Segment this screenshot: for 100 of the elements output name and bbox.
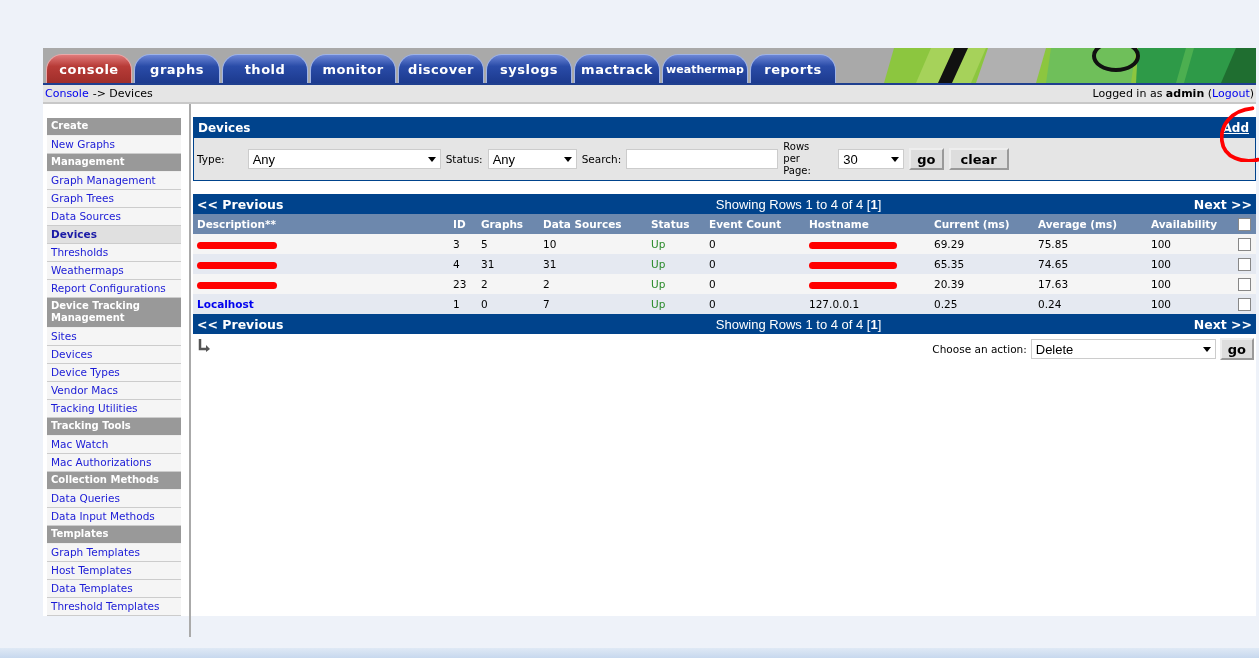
previous-link[interactable]: << Previous bbox=[197, 196, 284, 212]
action-dropdown[interactable]: Delete bbox=[1030, 339, 1216, 359]
type-label: Type: bbox=[197, 153, 225, 165]
sidebar-item[interactable]: Data Queries bbox=[47, 490, 181, 508]
device-link[interactable]: Localhost bbox=[197, 298, 254, 310]
search-label: Search: bbox=[581, 153, 622, 165]
sidebar-item[interactable]: Threshold Templates bbox=[47, 598, 181, 616]
nav-tab[interactable]: weathermap bbox=[662, 54, 748, 83]
rows-dropdown[interactable]: 30 bbox=[838, 149, 905, 169]
sidebar-heading: Collection Methods bbox=[47, 472, 181, 490]
select-all-checkbox[interactable] bbox=[1238, 217, 1251, 231]
nav-tab[interactable]: graphs bbox=[134, 54, 220, 83]
next-link[interactable]: Next >> bbox=[1193, 316, 1252, 332]
table-cell: 75.85 bbox=[1034, 234, 1147, 254]
table-cell: 100 bbox=[1147, 234, 1234, 254]
sidebar-heading: Create bbox=[47, 118, 181, 136]
sidebar-item[interactable]: Device Types bbox=[47, 364, 181, 382]
table-cell: Up bbox=[647, 234, 705, 254]
sidebar-item[interactable]: Devices bbox=[47, 346, 181, 364]
table-cell: 31 bbox=[539, 254, 647, 274]
table-cell: 0 bbox=[705, 294, 805, 314]
row-checkbox[interactable] bbox=[1238, 237, 1251, 251]
column-header[interactable]: ID bbox=[449, 214, 477, 234]
column-header[interactable]: Hostname bbox=[805, 214, 930, 234]
table-cell: 4 bbox=[449, 254, 477, 274]
sidebar-item[interactable]: Host Templates bbox=[47, 562, 181, 580]
table-cell: 20.39 bbox=[930, 274, 1034, 294]
sidebar-item[interactable]: Mac Watch bbox=[47, 436, 181, 454]
table-cell: 0.24 bbox=[1034, 294, 1147, 314]
table-cell: 0.25 bbox=[930, 294, 1034, 314]
sidebar-item[interactable]: New Graphs bbox=[47, 136, 181, 154]
sidebar-item[interactable]: Report Configurations bbox=[47, 280, 181, 298]
column-header[interactable]: Average (ms) bbox=[1034, 214, 1147, 234]
next-link[interactable]: Next >> bbox=[1193, 196, 1252, 212]
table-cell: 0 bbox=[705, 254, 805, 274]
nav-tab[interactable]: discover bbox=[398, 54, 484, 83]
sidebar-heading: Tracking Tools bbox=[47, 418, 181, 436]
nav-tab[interactable]: console bbox=[46, 54, 132, 83]
sidebar-item[interactable]: Mac Authorizations bbox=[47, 454, 181, 472]
row-checkbox[interactable] bbox=[1238, 297, 1251, 311]
table-cell: 2 bbox=[539, 274, 647, 294]
sidebar-item[interactable]: Sites bbox=[47, 328, 181, 346]
table-cell: 5 bbox=[477, 234, 539, 254]
column-header[interactable]: Current (ms) bbox=[930, 214, 1034, 234]
sidebar-heading: Device Tracking Management bbox=[47, 298, 181, 328]
sidebar-item[interactable]: Data Sources bbox=[47, 208, 181, 226]
status-label: Status: bbox=[445, 153, 483, 165]
sidebar-item[interactable]: Graph Templates bbox=[47, 544, 181, 562]
breadcrumb-link[interactable]: Console bbox=[45, 87, 89, 100]
clear-button[interactable]: clear bbox=[948, 148, 1009, 170]
row-checkbox[interactable] bbox=[1238, 277, 1251, 291]
column-header[interactable]: Status bbox=[647, 214, 705, 234]
sidebar-item[interactable]: Devices bbox=[47, 226, 181, 244]
sidebar-heading: Management bbox=[47, 154, 181, 172]
circle-annotation bbox=[1220, 106, 1259, 162]
column-header[interactable]: Description** bbox=[193, 214, 449, 234]
sidebar-item[interactable]: Data Templates bbox=[47, 580, 181, 598]
logout-link[interactable]: Logout bbox=[1212, 87, 1250, 100]
column-header[interactable]: Graphs bbox=[477, 214, 539, 234]
go-button[interactable]: go bbox=[1219, 338, 1254, 360]
breadcrumb-text: -> Devices bbox=[92, 87, 153, 100]
nav-tab[interactable]: monitor bbox=[310, 54, 396, 83]
nav-tab[interactable]: reports bbox=[750, 54, 836, 83]
table-cell: 74.65 bbox=[1034, 254, 1147, 274]
search-field[interactable] bbox=[626, 149, 779, 169]
nav-tab[interactable]: thold bbox=[222, 54, 308, 83]
sidebar-item[interactable]: Data Input Methods bbox=[47, 508, 181, 526]
table-cell: 10 bbox=[539, 234, 647, 254]
table-cell: 1 bbox=[449, 294, 477, 314]
table-cell: 31 bbox=[477, 254, 539, 274]
table-cell: 3 bbox=[449, 234, 477, 254]
type-dropdown[interactable]: Any bbox=[247, 149, 441, 169]
nav-tab[interactable]: mactrack bbox=[574, 54, 660, 83]
column-header[interactable]: Event Count bbox=[705, 214, 805, 234]
column-header[interactable]: Availability bbox=[1147, 214, 1234, 234]
table-cell: 17.63 bbox=[1034, 274, 1147, 294]
sidebar-heading: Templates bbox=[47, 526, 181, 544]
table-cell: 100 bbox=[1147, 294, 1234, 314]
table-cell: 69.29 bbox=[930, 234, 1034, 254]
table-cell: 2 bbox=[477, 274, 539, 294]
rows-info: Showing Rows 1 to 4 of 4 [1] bbox=[715, 196, 882, 212]
column-header[interactable]: Data Sources bbox=[539, 214, 647, 234]
login-text: Logged in as admin (Logout) bbox=[1092, 87, 1254, 100]
nav-tab[interactable]: syslogs bbox=[486, 54, 572, 83]
sidebar-item[interactable]: Vendor Macs bbox=[47, 382, 181, 400]
sidebar-item[interactable]: Weathermaps bbox=[47, 262, 181, 280]
sidebar-item[interactable]: Thresholds bbox=[47, 244, 181, 262]
table-cell: Up bbox=[647, 274, 705, 294]
rows-label: Rows per Page: bbox=[783, 141, 812, 177]
panel-title: Devices bbox=[198, 121, 251, 135]
sidebar-item[interactable]: Graph Management bbox=[47, 172, 181, 190]
table-cell: Up bbox=[647, 254, 705, 274]
sidebar-item[interactable]: Graph Trees bbox=[47, 190, 181, 208]
table-cell: 0 bbox=[705, 234, 805, 254]
go-button[interactable]: go bbox=[909, 148, 944, 170]
action-label: Choose an action: bbox=[932, 343, 1027, 355]
status-dropdown[interactable]: Any bbox=[487, 149, 577, 169]
previous-link[interactable]: << Previous bbox=[197, 316, 284, 332]
row-checkbox[interactable] bbox=[1238, 257, 1251, 271]
sidebar-item[interactable]: Tracking Utilities bbox=[47, 400, 181, 418]
